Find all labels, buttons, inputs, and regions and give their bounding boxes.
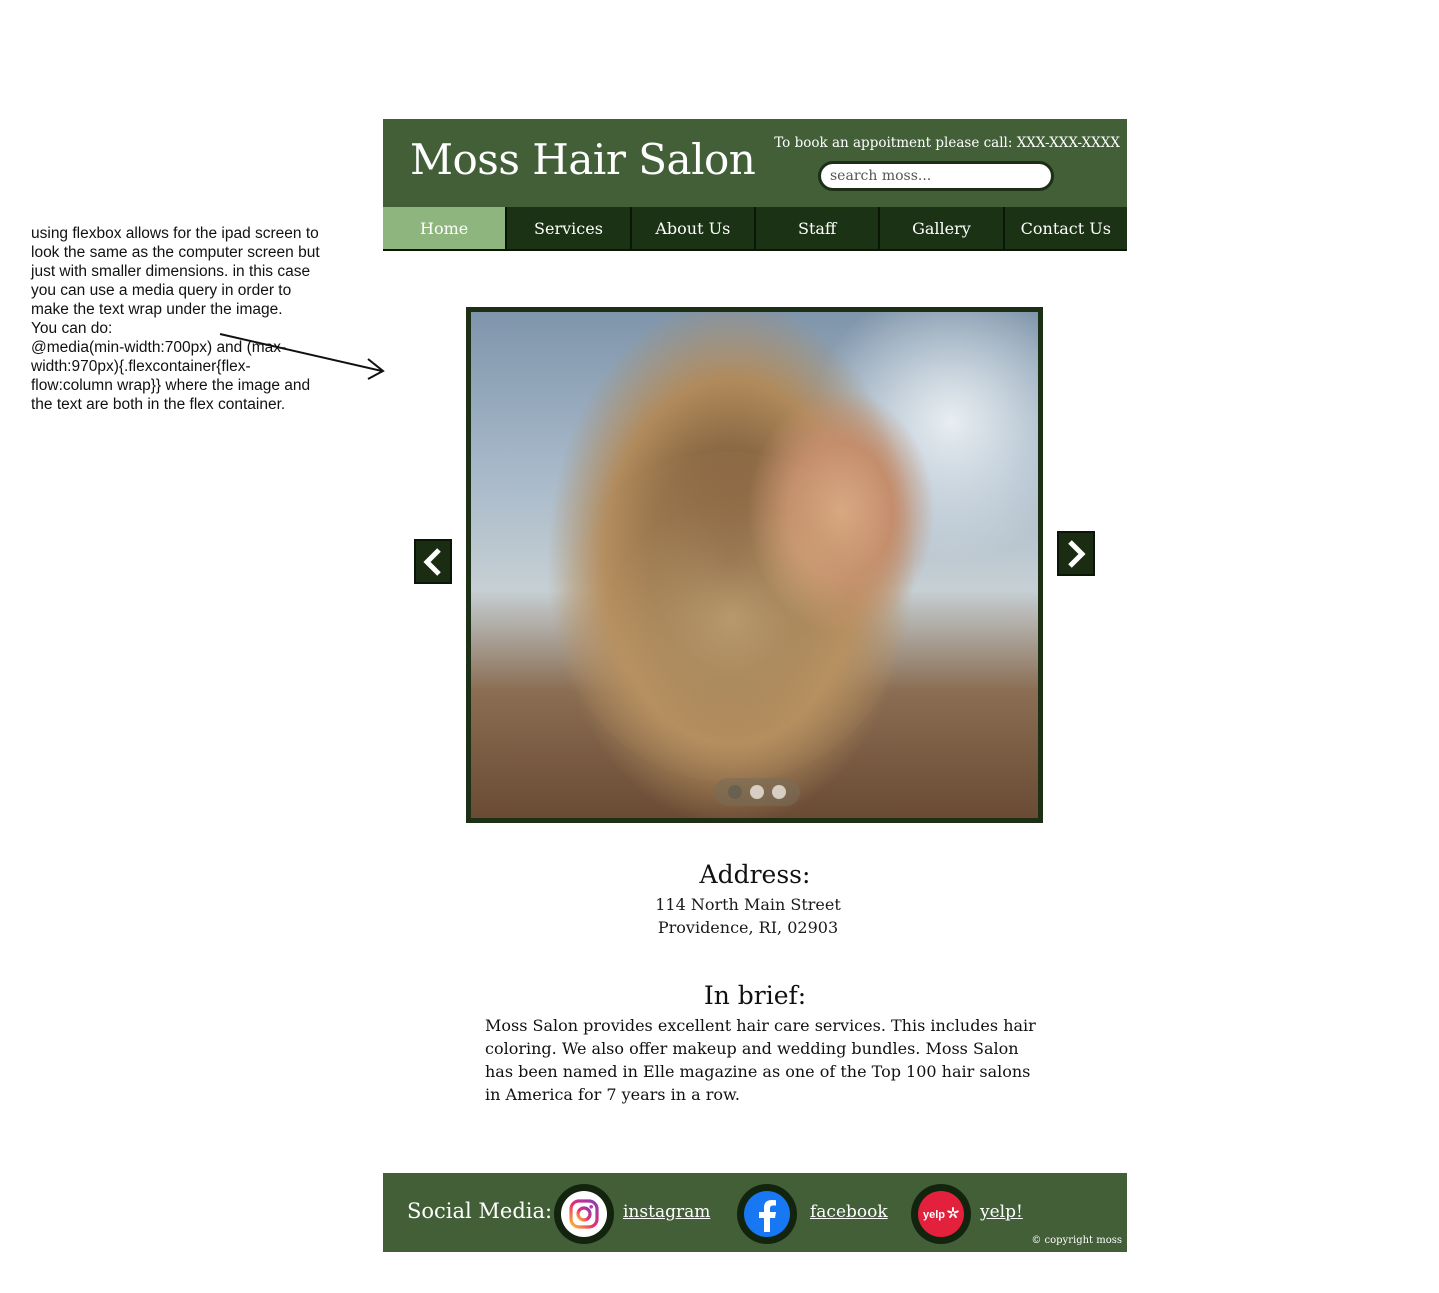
- booking-info: To book an appoitment please call: XXX-X…: [774, 135, 1120, 151]
- nav-services[interactable]: Services: [507, 207, 632, 251]
- annotation-text-1: using flexbox allows for the ipad screen…: [31, 225, 320, 318]
- address-heading: Address:: [699, 860, 811, 889]
- site-title: Moss Hair Salon: [410, 135, 756, 184]
- chevron-right-icon: [1068, 539, 1086, 568]
- annotation-arrow: [219, 333, 385, 380]
- social-media-label: Social Media:: [407, 1199, 553, 1223]
- nav-staff[interactable]: Staff: [755, 207, 881, 251]
- instagram-button[interactable]: [554, 1184, 614, 1244]
- slider-indicator: [714, 778, 800, 806]
- chevron-left-icon: [423, 547, 441, 576]
- slider-dot-1[interactable]: [728, 785, 742, 799]
- copyright-text: © copyright moss: [1031, 1235, 1122, 1246]
- image-slider: [466, 307, 1043, 823]
- slider-prev-button[interactable]: [414, 539, 452, 584]
- design-annotation: using flexbox allows for the ipad screen…: [31, 224, 331, 414]
- instagram-icon: [561, 1191, 607, 1237]
- slider-dot-2[interactable]: [750, 785, 764, 799]
- yelp-link[interactable]: yelp!: [980, 1202, 1023, 1222]
- site-footer: Social Media: instagram facebook yelp ye…: [383, 1173, 1127, 1252]
- brief-heading: In brief:: [703, 981, 807, 1010]
- photo-highlight: [561, 452, 901, 782]
- facebook-button[interactable]: [737, 1184, 797, 1244]
- instagram-link[interactable]: instagram: [623, 1202, 710, 1222]
- slider-dot-3[interactable]: [772, 785, 786, 799]
- nav-home[interactable]: Home: [383, 207, 508, 251]
- search-input[interactable]: [818, 161, 1054, 191]
- nav-about-us[interactable]: About Us: [631, 207, 756, 251]
- address-line-2: Providence, RI, 02903: [657, 918, 839, 937]
- site-header: Moss Hair Salon To book an appoitment pl…: [383, 119, 1127, 207]
- facebook-icon: [744, 1191, 790, 1237]
- address-line-1: 114 North Main Street: [655, 895, 841, 914]
- yelp-button[interactable]: yelp: [911, 1184, 971, 1244]
- salon-photo: [471, 312, 1038, 818]
- yelp-icon: yelp: [918, 1191, 964, 1237]
- main-nav: Home Services About Us Staff Gallery Con…: [383, 207, 1127, 251]
- svg-text:yelp: yelp: [923, 1209, 945, 1221]
- nav-gallery[interactable]: Gallery: [880, 207, 1005, 251]
- brief-text: Moss Salon provides excellent hair care …: [485, 1016, 1036, 1104]
- nav-contact-us[interactable]: Contact Us: [1004, 207, 1127, 251]
- slider-next-button[interactable]: [1057, 531, 1095, 576]
- facebook-link[interactable]: facebook: [810, 1202, 888, 1222]
